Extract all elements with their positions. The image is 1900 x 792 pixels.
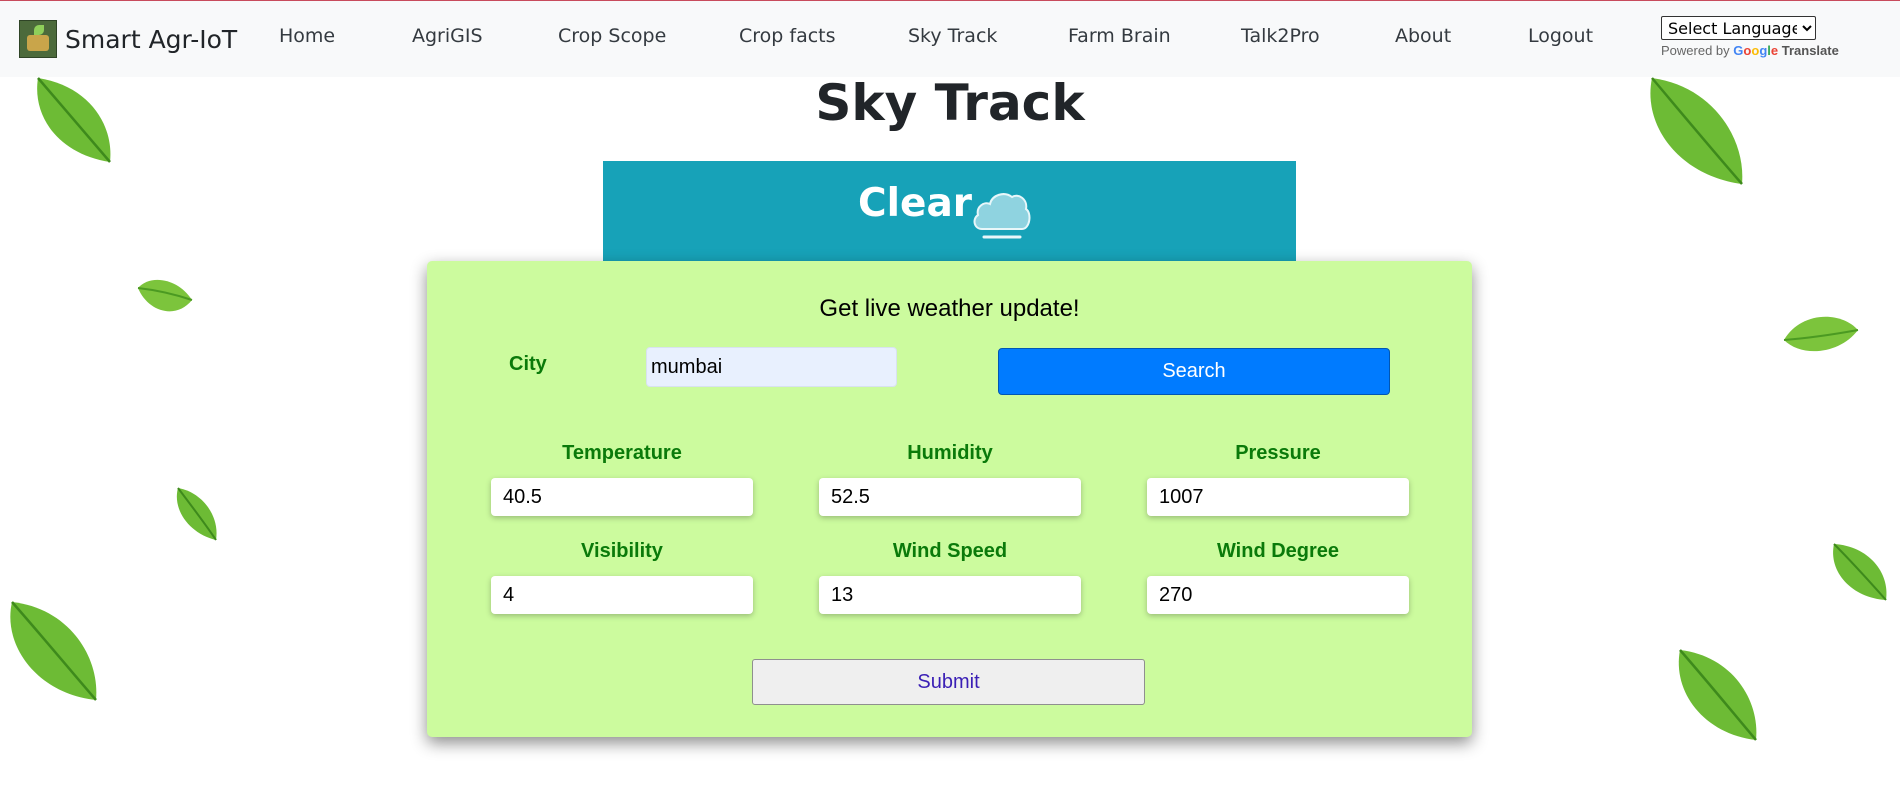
temperature-label: Temperature: [562, 442, 682, 464]
navbar: Smart Agr-IoT Home AgriGIS Crop Scope Cr…: [0, 1, 1900, 77]
google-translate-widget: Select Language Powered by Google Transl…: [1661, 16, 1839, 58]
metric-pressure: Pressure: [1147, 442, 1409, 516]
nav-item-talk2pro[interactable]: Talk2Pro: [1241, 25, 1320, 47]
leaf-icon: [176, 487, 217, 541]
humidity-label: Humidity: [907, 442, 993, 464]
leaf-icon: [137, 279, 193, 312]
leaf-icon: [1833, 543, 1887, 601]
brand-logo-icon: [19, 20, 57, 58]
language-select[interactable]: Select Language: [1661, 16, 1816, 40]
metric-wind-degree: Wind Degree: [1147, 540, 1409, 614]
submit-button[interactable]: Submit: [752, 659, 1145, 705]
nav-item-agrigis[interactable]: AgriGIS: [412, 25, 483, 47]
google-logo: Google: [1733, 43, 1779, 58]
nav-item-sky-track[interactable]: Sky Track: [908, 25, 997, 47]
metric-wind-speed: Wind Speed: [819, 540, 1081, 614]
leaf-icon: [10, 601, 97, 701]
wind-degree-field[interactable]: [1147, 576, 1409, 614]
brand-name: Smart Agr-IoT: [65, 24, 238, 54]
nav-item-home[interactable]: Home: [279, 25, 335, 47]
nav-item-crop-facts[interactable]: Crop facts: [739, 25, 836, 47]
leaf-icon: [1783, 316, 1859, 352]
wind-speed-label: Wind Speed: [892, 540, 1008, 562]
powered-by-label: Powered by: [1661, 43, 1730, 58]
nav-item-logout[interactable]: Logout: [1528, 25, 1593, 47]
leaf-icon: [1678, 649, 1757, 741]
nav-item-farm-brain[interactable]: Farm Brain: [1068, 25, 1171, 47]
visibility-label: Visibility: [581, 540, 663, 562]
powered-by-google: Powered by Google Translate: [1661, 43, 1839, 58]
weather-form-card: Get live weather update! City Search Tem…: [427, 261, 1472, 737]
page-title: Sky Track: [815, 74, 1085, 132]
translate-link[interactable]: Translate: [1782, 43, 1839, 58]
wind-speed-field[interactable]: [819, 576, 1081, 614]
search-button[interactable]: Search: [998, 348, 1390, 395]
nav-item-crop-scope[interactable]: Crop Scope: [558, 25, 666, 47]
pressure-field[interactable]: [1147, 478, 1409, 516]
wind-degree-label: Wind Degree: [1216, 540, 1340, 562]
weather-status-banner: Clear: [603, 161, 1296, 263]
nav-item-about[interactable]: About: [1395, 25, 1451, 47]
humidity-field[interactable]: [819, 478, 1081, 516]
pressure-label: Pressure: [1235, 442, 1321, 464]
cloud-icon: [973, 193, 1031, 239]
city-label: City: [509, 353, 547, 375]
city-input[interactable]: [646, 347, 897, 387]
temperature-field[interactable]: [491, 478, 753, 516]
metric-temperature: Temperature: [491, 442, 753, 516]
form-heading: Get live weather update!: [819, 295, 1080, 322]
metric-humidity: Humidity: [819, 442, 1081, 516]
metric-visibility: Visibility: [491, 540, 753, 614]
visibility-field[interactable]: [491, 576, 753, 614]
weather-condition: Clear: [858, 181, 972, 226]
brand[interactable]: Smart Agr-IoT: [19, 19, 237, 59]
